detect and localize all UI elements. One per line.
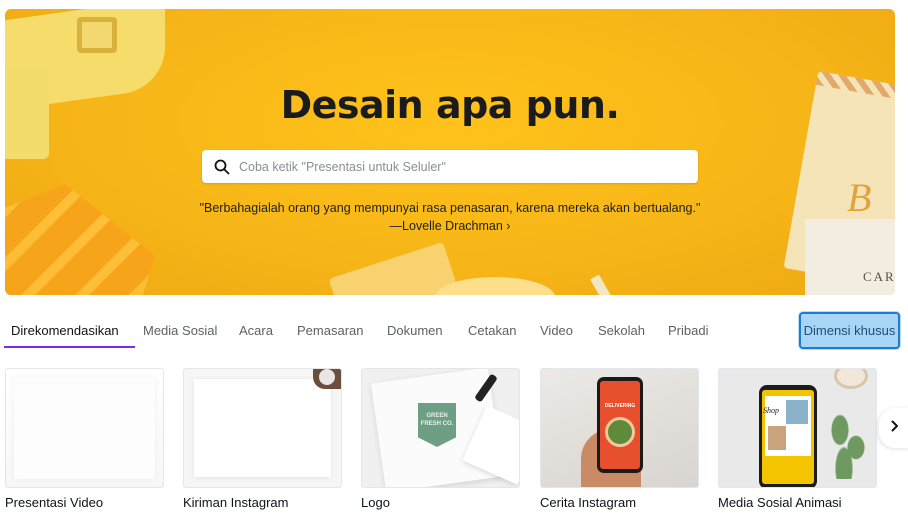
card-thumbnail[interactable] [183, 368, 342, 488]
design-card-logo[interactable]: GREEN FRESH CO. Logo [361, 368, 520, 510]
decorative-buckle [77, 17, 117, 53]
card-label: Kiriman Instagram [183, 495, 289, 510]
carousel-next-button[interactable] [879, 408, 908, 448]
card-label: Cerita Instagram [540, 495, 637, 510]
search-box[interactable] [202, 150, 698, 183]
watch-image [313, 369, 341, 389]
card-thumbnail[interactable]: DELIVERING [540, 368, 699, 488]
hero-quote: "Berbahagialah orang yang mempunyai rasa… [5, 199, 895, 235]
phone-image: Shop [759, 385, 817, 487]
decorative-cart-text: CART [863, 269, 895, 284]
search-icon [214, 159, 230, 175]
design-card-instagram-story[interactable]: DELIVERING Cerita Instagram [540, 368, 699, 510]
phone-image: DELIVERING [597, 377, 643, 473]
hero-banner: B CART Desain apa pun. "Berbahagialah or… [5, 9, 895, 295]
search-input[interactable] [239, 150, 698, 183]
tab-dokumen[interactable]: Dokumen [387, 323, 443, 338]
quote-author-link[interactable]: —Lovelle Drachman › [5, 217, 895, 235]
custom-size-button[interactable]: Dimensi khusus [799, 312, 900, 349]
plant-image [828, 409, 868, 479]
tab-pribadi[interactable]: Pribadi [668, 323, 708, 338]
hero-title: Desain apa pun. [280, 83, 620, 127]
card-thumbnail[interactable]: GREEN FRESH CO. [361, 368, 520, 488]
tab-media-sosial[interactable]: Media Sosial [143, 323, 217, 338]
tab-sekolah[interactable]: Sekolah [598, 323, 645, 338]
design-card-instagram-post[interactable]: Kiriman Instagram [183, 368, 342, 510]
card-label: Media Sosial Animasi [718, 495, 842, 510]
card-label: Logo [361, 495, 390, 510]
tab-pemasaran[interactable]: Pemasaran [297, 323, 363, 338]
card-label: Presentasi Video [5, 495, 104, 510]
tab-acara[interactable]: Acara [239, 323, 273, 338]
active-tab-indicator [4, 346, 135, 348]
decorative-pencil [590, 274, 614, 295]
phone-screen-text: Shop [763, 406, 779, 415]
quote-text: "Berbahagialah orang yang mempunyai rasa… [199, 201, 701, 215]
category-tabs: Direkomendasikan Media Sosial Acara Pema… [0, 315, 908, 351]
phone-screen-text: DELIVERING [604, 403, 636, 409]
chevron-right-icon [891, 419, 899, 437]
design-card-video-presentation[interactable]: Presentasi Video [5, 368, 164, 510]
tab-video[interactable]: Video [540, 323, 573, 338]
card-thumbnail[interactable]: Shop [718, 368, 877, 488]
tab-cetakan[interactable]: Cetakan [468, 323, 516, 338]
tab-direkomendasikan[interactable]: Direkomendasikan [11, 323, 119, 338]
design-card-animated-social-media[interactable]: Shop Media Sosial Animasi [718, 368, 877, 510]
cup-image [834, 369, 868, 389]
card-thumbnail[interactable] [5, 368, 164, 488]
